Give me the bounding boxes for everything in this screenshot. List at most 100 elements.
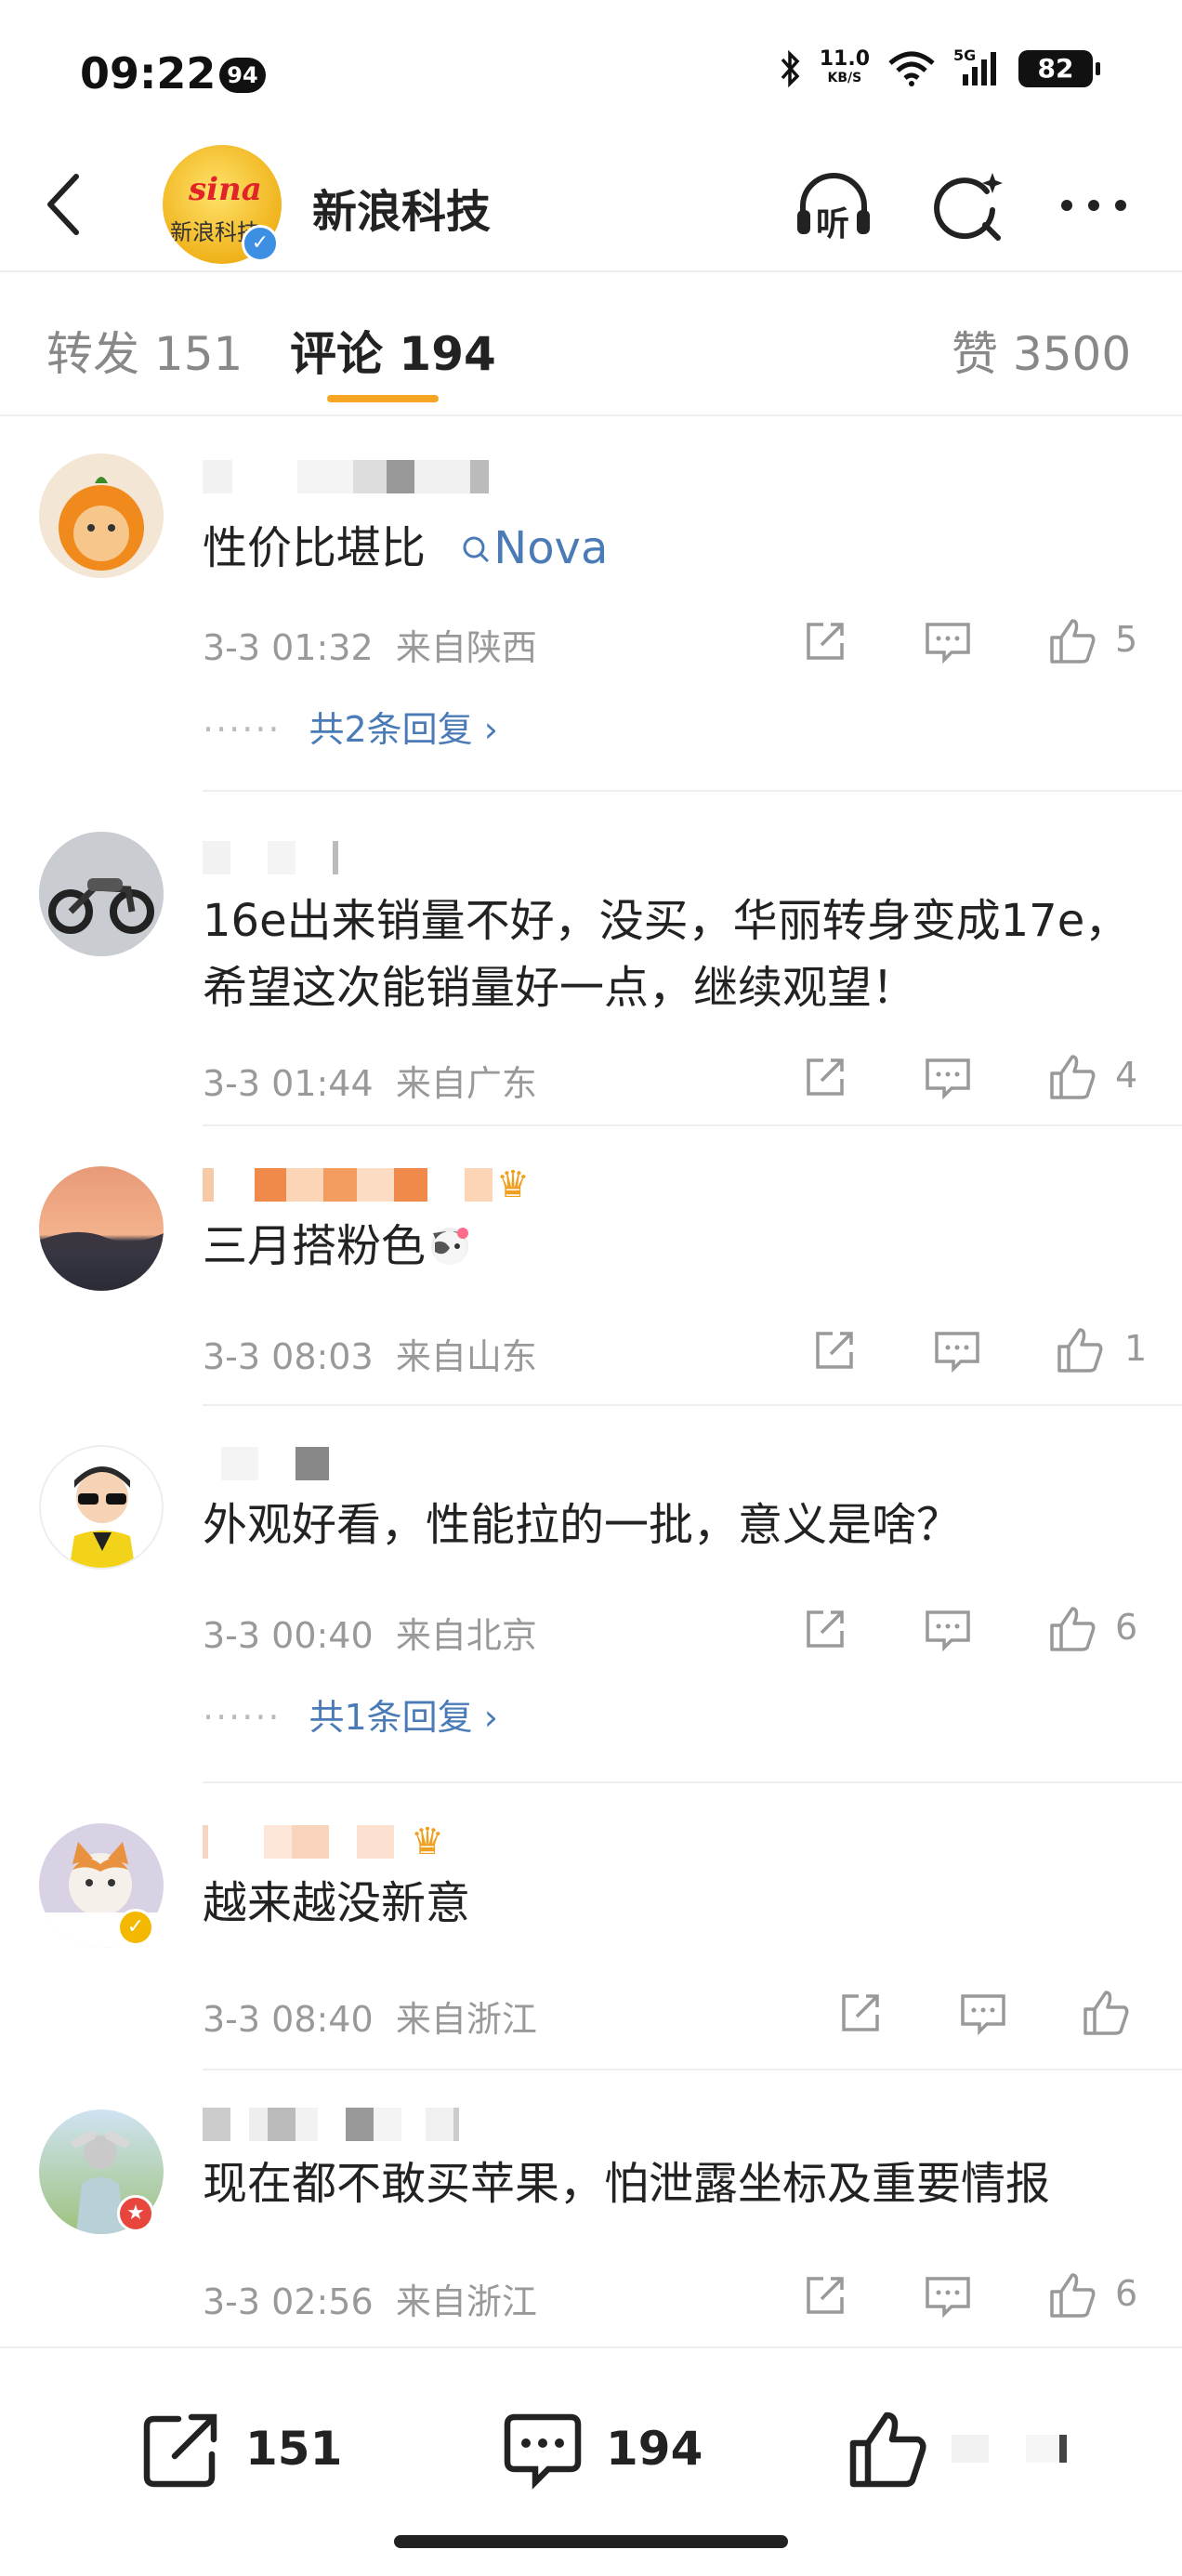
cat-emoji-icon <box>431 1228 469 1265</box>
comment-icon[interactable] <box>920 1049 976 1105</box>
content-tabs: 转发 151 评论 194 赞 3500 <box>0 272 1182 416</box>
comment-actions: 6 <box>0 2267 1182 2323</box>
username-redacted[interactable] <box>203 1445 329 1482</box>
like-count-redacted <box>952 2435 1067 2463</box>
like-count: 1 <box>1124 1328 1148 1369</box>
like-icon[interactable] <box>1052 1322 1108 1378</box>
like-icon[interactable] <box>1044 613 1100 669</box>
top-nav-bar: sina 新浪科技 ✓ 新浪科技 听 <box>0 139 1182 272</box>
status-right-group: 11.0 KB/S 5G 82 <box>779 46 1100 87</box>
share-icon[interactable] <box>797 1601 853 1657</box>
username-redacted[interactable]: ♛ <box>203 1163 530 1206</box>
more-icon[interactable] <box>1052 164 1136 247</box>
view-replies-link[interactable]: ······ 共1条回复 › <box>203 1689 498 1740</box>
verified-badge-icon: ✓ <box>117 1909 154 1946</box>
comment-divider <box>203 790 1182 792</box>
like-count: 4 <box>1115 1055 1138 1096</box>
replies-count-text: 共1条回复 <box>309 1697 473 1738</box>
comment-count: 194 <box>606 2422 703 2476</box>
share-icon[interactable] <box>807 1322 862 1378</box>
crown-badge-icon: ♛ <box>496 1163 530 1206</box>
user-avatar[interactable] <box>39 1445 164 1570</box>
comment-text: 越来越没新意 <box>203 1877 471 1929</box>
chevron-right-icon: › <box>483 1697 498 1738</box>
search-icon <box>463 536 490 563</box>
battery-indicator: 82 <box>1018 50 1100 87</box>
replies-dots: ······ <box>203 709 282 750</box>
view-replies-link[interactable]: ······ 共2条回复 › <box>203 701 498 752</box>
like-icon[interactable] <box>1044 1049 1100 1105</box>
comment-actions: 6 <box>0 1601 1182 1657</box>
chevron-right-icon: › <box>483 709 498 750</box>
replies-dots: ······ <box>203 1697 282 1738</box>
like-icon[interactable] <box>1044 1601 1100 1657</box>
like-button[interactable] <box>844 2404 1067 2493</box>
comment-icon[interactable] <box>920 1601 976 1657</box>
network-speed-unit: KB/S <box>827 71 862 85</box>
cellular-signal-icon: 5G <box>953 46 1002 87</box>
notification-count-badge: 94 <box>219 58 266 93</box>
share-icon[interactable] <box>797 613 853 669</box>
user-avatar[interactable] <box>39 832 164 956</box>
verified-badge-icon: ✓ <box>242 225 279 262</box>
bluetooth-icon <box>781 50 800 87</box>
comment-item: 16e出来销量不好，没买，华丽转身变成17e，希望这次能销量好一点，继续观望！ … <box>0 795 1182 1127</box>
status-bar: 09:22 94 11.0 KB/S 5G 82 <box>0 0 1182 139</box>
search-icon[interactable] <box>926 164 1009 247</box>
back-icon[interactable] <box>37 167 93 242</box>
like-icon[interactable] <box>1044 2267 1100 2323</box>
status-time: 09:22 <box>80 48 217 99</box>
page-title: 新浪科技 <box>312 186 492 238</box>
avatar-logo-text: sina <box>189 171 262 208</box>
username-redacted[interactable] <box>203 2106 459 2143</box>
comment-item: 外观好看，性能拉的一批，意义是啥？ 3-3 00:40 来自北京 6 ·····… <box>0 1406 1182 1784</box>
comment-button[interactable]: 194 <box>498 2404 703 2493</box>
wifi-icon <box>888 51 935 86</box>
share-icon[interactable] <box>833 1985 888 2041</box>
comment-text: 16e出来销量不好，没买，华丽转身变成17e，希望这次能销量好一点，继续观望！ <box>203 895 1130 1014</box>
tab-reposts[interactable]: 转发 151 <box>46 317 243 384</box>
listen-button[interactable]: 听 <box>792 164 875 247</box>
comment-icon[interactable] <box>955 1985 1011 2041</box>
comment-text: 外观好看，性能拉的一批，意义是啥？ <box>203 1499 962 1551</box>
comment-body: 性价比堪比 <box>203 522 427 574</box>
comment-item: ♛ 三月搭粉色 3-3 08:03 来自山东 1 <box>0 1127 1182 1406</box>
search-tag-text: Nova <box>493 522 609 574</box>
active-tab-indicator <box>327 395 439 402</box>
repost-icon <box>143 2413 217 2488</box>
like-icon <box>849 2412 926 2488</box>
like-icon[interactable] <box>1078 1985 1134 2041</box>
share-icon[interactable] <box>797 2267 853 2323</box>
comment-divider <box>203 1124 1182 1126</box>
user-avatar[interactable] <box>39 453 164 578</box>
network-speed: 11.0 KB/S <box>819 47 870 87</box>
comment-icon[interactable] <box>920 613 976 669</box>
listen-label: 听 <box>816 205 850 243</box>
red-verified-badge-icon: ★ <box>117 2195 154 2232</box>
username-redacted[interactable]: ♛ <box>203 1820 444 1863</box>
username-redacted[interactable] <box>203 839 338 876</box>
comment-body: 三月搭粉色 <box>203 1220 427 1272</box>
search-tag-link[interactable]: Nova <box>460 522 608 574</box>
comment-divider <box>203 1781 1182 1783</box>
comment-actions: 4 <box>0 1049 1182 1105</box>
comment-actions <box>0 1985 1182 2041</box>
comment-text: 现在都不敢买苹果，怕泄露坐标及重要情报 <box>203 2158 1051 2210</box>
like-count: 6 <box>1115 2273 1138 2314</box>
comment-icon[interactable] <box>929 1322 985 1378</box>
tab-comments[interactable]: 评论 194 <box>290 317 496 384</box>
username-redacted[interactable] <box>203 458 489 495</box>
comment-icon <box>504 2413 582 2490</box>
comment-text: 性价比堪比 Nova <box>203 515 1141 582</box>
comment-icon[interactable] <box>920 2267 976 2323</box>
tab-likes[interactable]: 赞 3500 <box>952 317 1131 384</box>
network-speed-value: 11.0 <box>819 47 870 71</box>
repost-button[interactable]: 151 <box>138 2404 342 2493</box>
comment-item: ✓ ♛ 越来越没新意 3-3 08:40 来自浙江 <box>0 1784 1182 2070</box>
home-indicator[interactable] <box>394 2535 788 2548</box>
share-icon[interactable] <box>797 1049 853 1105</box>
comment-actions: 1 <box>0 1322 1182 1378</box>
like-count: 5 <box>1115 619 1138 660</box>
user-avatar[interactable] <box>39 1166 164 1291</box>
comment-item: 性价比堪比 Nova 3-3 01:32 来自陕西 5 ······ 共2条回复 … <box>0 416 1182 793</box>
